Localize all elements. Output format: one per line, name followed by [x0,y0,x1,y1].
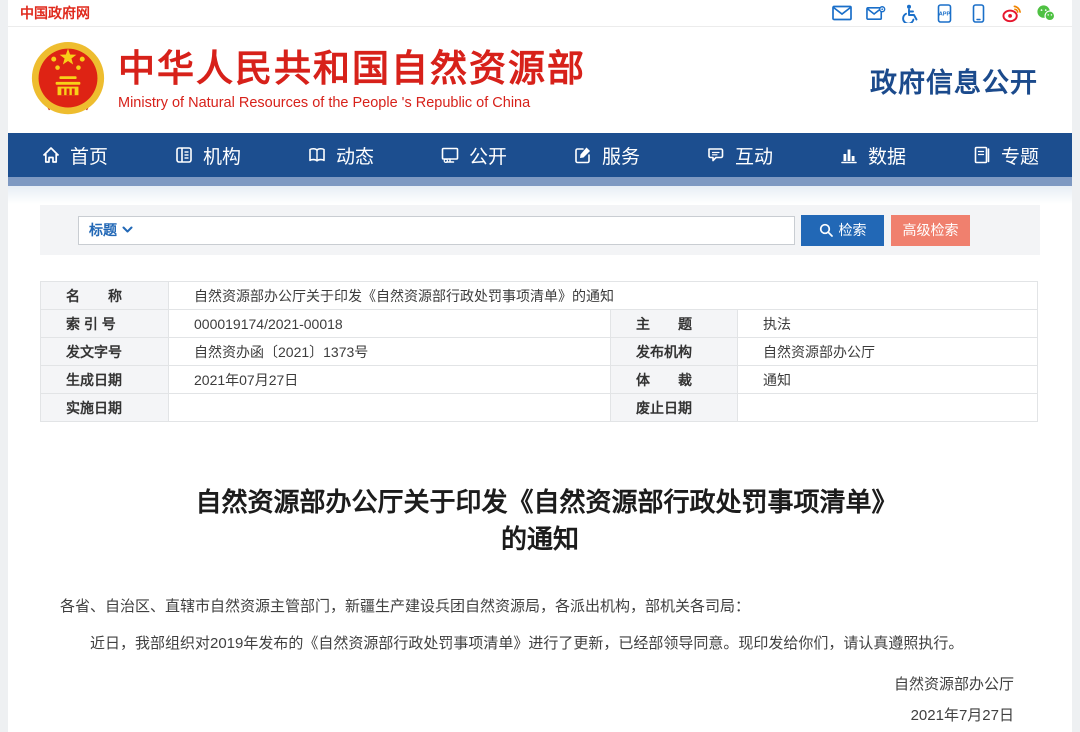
top-utility-bar: 中国政府网 APP [8,0,1072,27]
field-label-doc-number: 发文字号 [41,338,169,366]
search-input[interactable] [143,218,784,243]
masthead: 中华人民共和国自然资源部 Ministry of Natural Resourc… [8,27,1072,133]
search-icon [819,223,833,237]
accessibility-icon[interactable] [900,4,920,23]
search-box: 标题 [78,216,795,245]
nav-label: 公开 [469,142,507,169]
nav-item-interaction[interactable]: 互动 [673,133,806,177]
field-label-genre: 体 裁 [611,366,738,394]
field-value-index-number: 000019174/2021-00018 [169,310,611,338]
mail-settings-icon[interactable] [866,4,886,23]
journal-icon [972,145,992,165]
field-label-effective-date: 实施日期 [41,394,169,422]
nav-label: 动态 [336,142,374,169]
edit-note-icon [573,145,593,165]
article-signature: 自然资源部办公厅 2021年7月27日 [40,669,1040,732]
nav-substrip [8,177,1072,186]
mobile-icon[interactable] [968,4,988,23]
field-value-issuing-agency: 自然资源部办公厅 [738,338,1038,366]
article-title: 自然资源部办公厅关于印发《自然资源部行政处罚事项清单》的通知 [194,484,886,558]
nav-label: 互动 [735,142,773,169]
nav-label: 服务 [602,142,640,169]
main-content: 标题 检索 高级检索 名 称 自然资源部办公厅关于印发《自然资源部行政处罚事项清… [8,205,1072,732]
nav-item-disclosure[interactable]: 公开 [407,133,540,177]
field-label-topic: 主 题 [611,310,738,338]
field-value-genre: 通知 [738,366,1038,394]
field-label-name: 名 称 [41,282,169,310]
organization-icon [174,145,194,165]
field-value-topic: 执法 [738,310,1038,338]
advanced-search-label: 高级检索 [903,220,959,240]
search-button-label: 检索 [839,220,867,240]
gov-portal-link[interactable]: 中国政府网 [20,3,90,23]
mail-icon[interactable] [832,4,852,23]
field-value-doc-number: 自然资办函〔2021〕1373号 [169,338,611,366]
weibo-icon[interactable] [1002,4,1022,23]
main-navbar: 首页 机构 动态 公开 服务 互动 数据 专题 [8,133,1072,177]
advanced-search-button[interactable]: 高级检索 [891,215,970,246]
open-book-icon [307,145,327,165]
search-field-label: 标题 [89,220,117,240]
monitor-icon [440,145,460,165]
gov-info-disclosure-title: 政府信息公开 [870,61,1038,100]
ministry-name-cn: 中华人民共和国自然资源部 [118,49,586,90]
topbar-icons: APP [832,4,1056,23]
search-field-selector[interactable]: 标题 [89,220,133,240]
ministry-name-en: Ministry of Natural Resources of the Peo… [118,95,586,111]
field-label-repeal-date: 废止日期 [611,394,738,422]
article-body: 各省、自治区、直辖市自然资源主管部门，新疆生产建设兵团自然资源局，各派出机构，部… [40,594,1040,657]
field-label-index-number: 索 引 号 [41,310,169,338]
nav-label: 数据 [868,142,906,169]
nav-item-services[interactable]: 服务 [540,133,673,177]
chat-bubbles-icon [706,145,726,165]
article-paragraph: 各省、自治区、直辖市自然资源主管部门，新疆生产建设兵团自然资源局，各派出机构，部… [40,594,1040,620]
nav-label: 首页 [70,142,108,169]
org-names: 中华人民共和国自然资源部 Ministry of Natural Resourc… [118,49,586,112]
nav-item-news[interactable]: 动态 [274,133,407,177]
table-row: 生成日期 2021年07月27日 体 裁 通知 [41,366,1038,394]
table-row: 实施日期 废止日期 [41,394,1038,422]
national-emblem-logo [30,39,106,121]
field-value-effective-date [169,394,611,422]
signature-date: 2021年7月27日 [40,700,1014,732]
nav-item-topics[interactable]: 专题 [939,133,1072,177]
svg-text:APP: APP [938,11,950,17]
field-label-created-date: 生成日期 [41,366,169,394]
app-icon[interactable]: APP [934,4,954,23]
signature-org: 自然资源部办公厅 [40,669,1014,701]
field-label-issuing-agency: 发布机构 [611,338,738,366]
search-panel: 标题 检索 高级检索 [40,205,1040,255]
home-icon [41,145,61,165]
wechat-icon[interactable] [1036,4,1056,23]
article-paragraph: 近日，我部组织对2019年发布的《自然资源部行政处罚事项清单》进行了更新，已经部… [40,631,1040,657]
field-value-name: 自然资源部办公厅关于印发《自然资源部行政处罚事项清单》的通知 [169,282,1038,310]
nav-item-data[interactable]: 数据 [806,133,939,177]
nav-fade [8,186,1072,204]
bar-chart-icon [839,145,859,165]
nav-item-organization[interactable]: 机构 [141,133,274,177]
table-row: 索 引 号 000019174/2021-00018 主 题 执法 [41,310,1038,338]
table-row: 名 称 自然资源部办公厅关于印发《自然资源部行政处罚事项清单》的通知 [41,282,1038,310]
nav-item-home[interactable]: 首页 [8,133,141,177]
chevron-down-icon [122,226,133,234]
field-value-repeal-date [738,394,1038,422]
document-metadata-table: 名 称 自然资源部办公厅关于印发《自然资源部行政处罚事项清单》的通知 索 引 号… [40,281,1038,422]
page: 中国政府网 APP [8,0,1072,732]
nav-label: 机构 [203,142,241,169]
nav-label: 专题 [1001,142,1039,169]
search-button[interactable]: 检索 [801,215,884,246]
field-value-created-date: 2021年07月27日 [169,366,611,394]
table-row: 发文字号 自然资办函〔2021〕1373号 发布机构 自然资源部办公厅 [41,338,1038,366]
